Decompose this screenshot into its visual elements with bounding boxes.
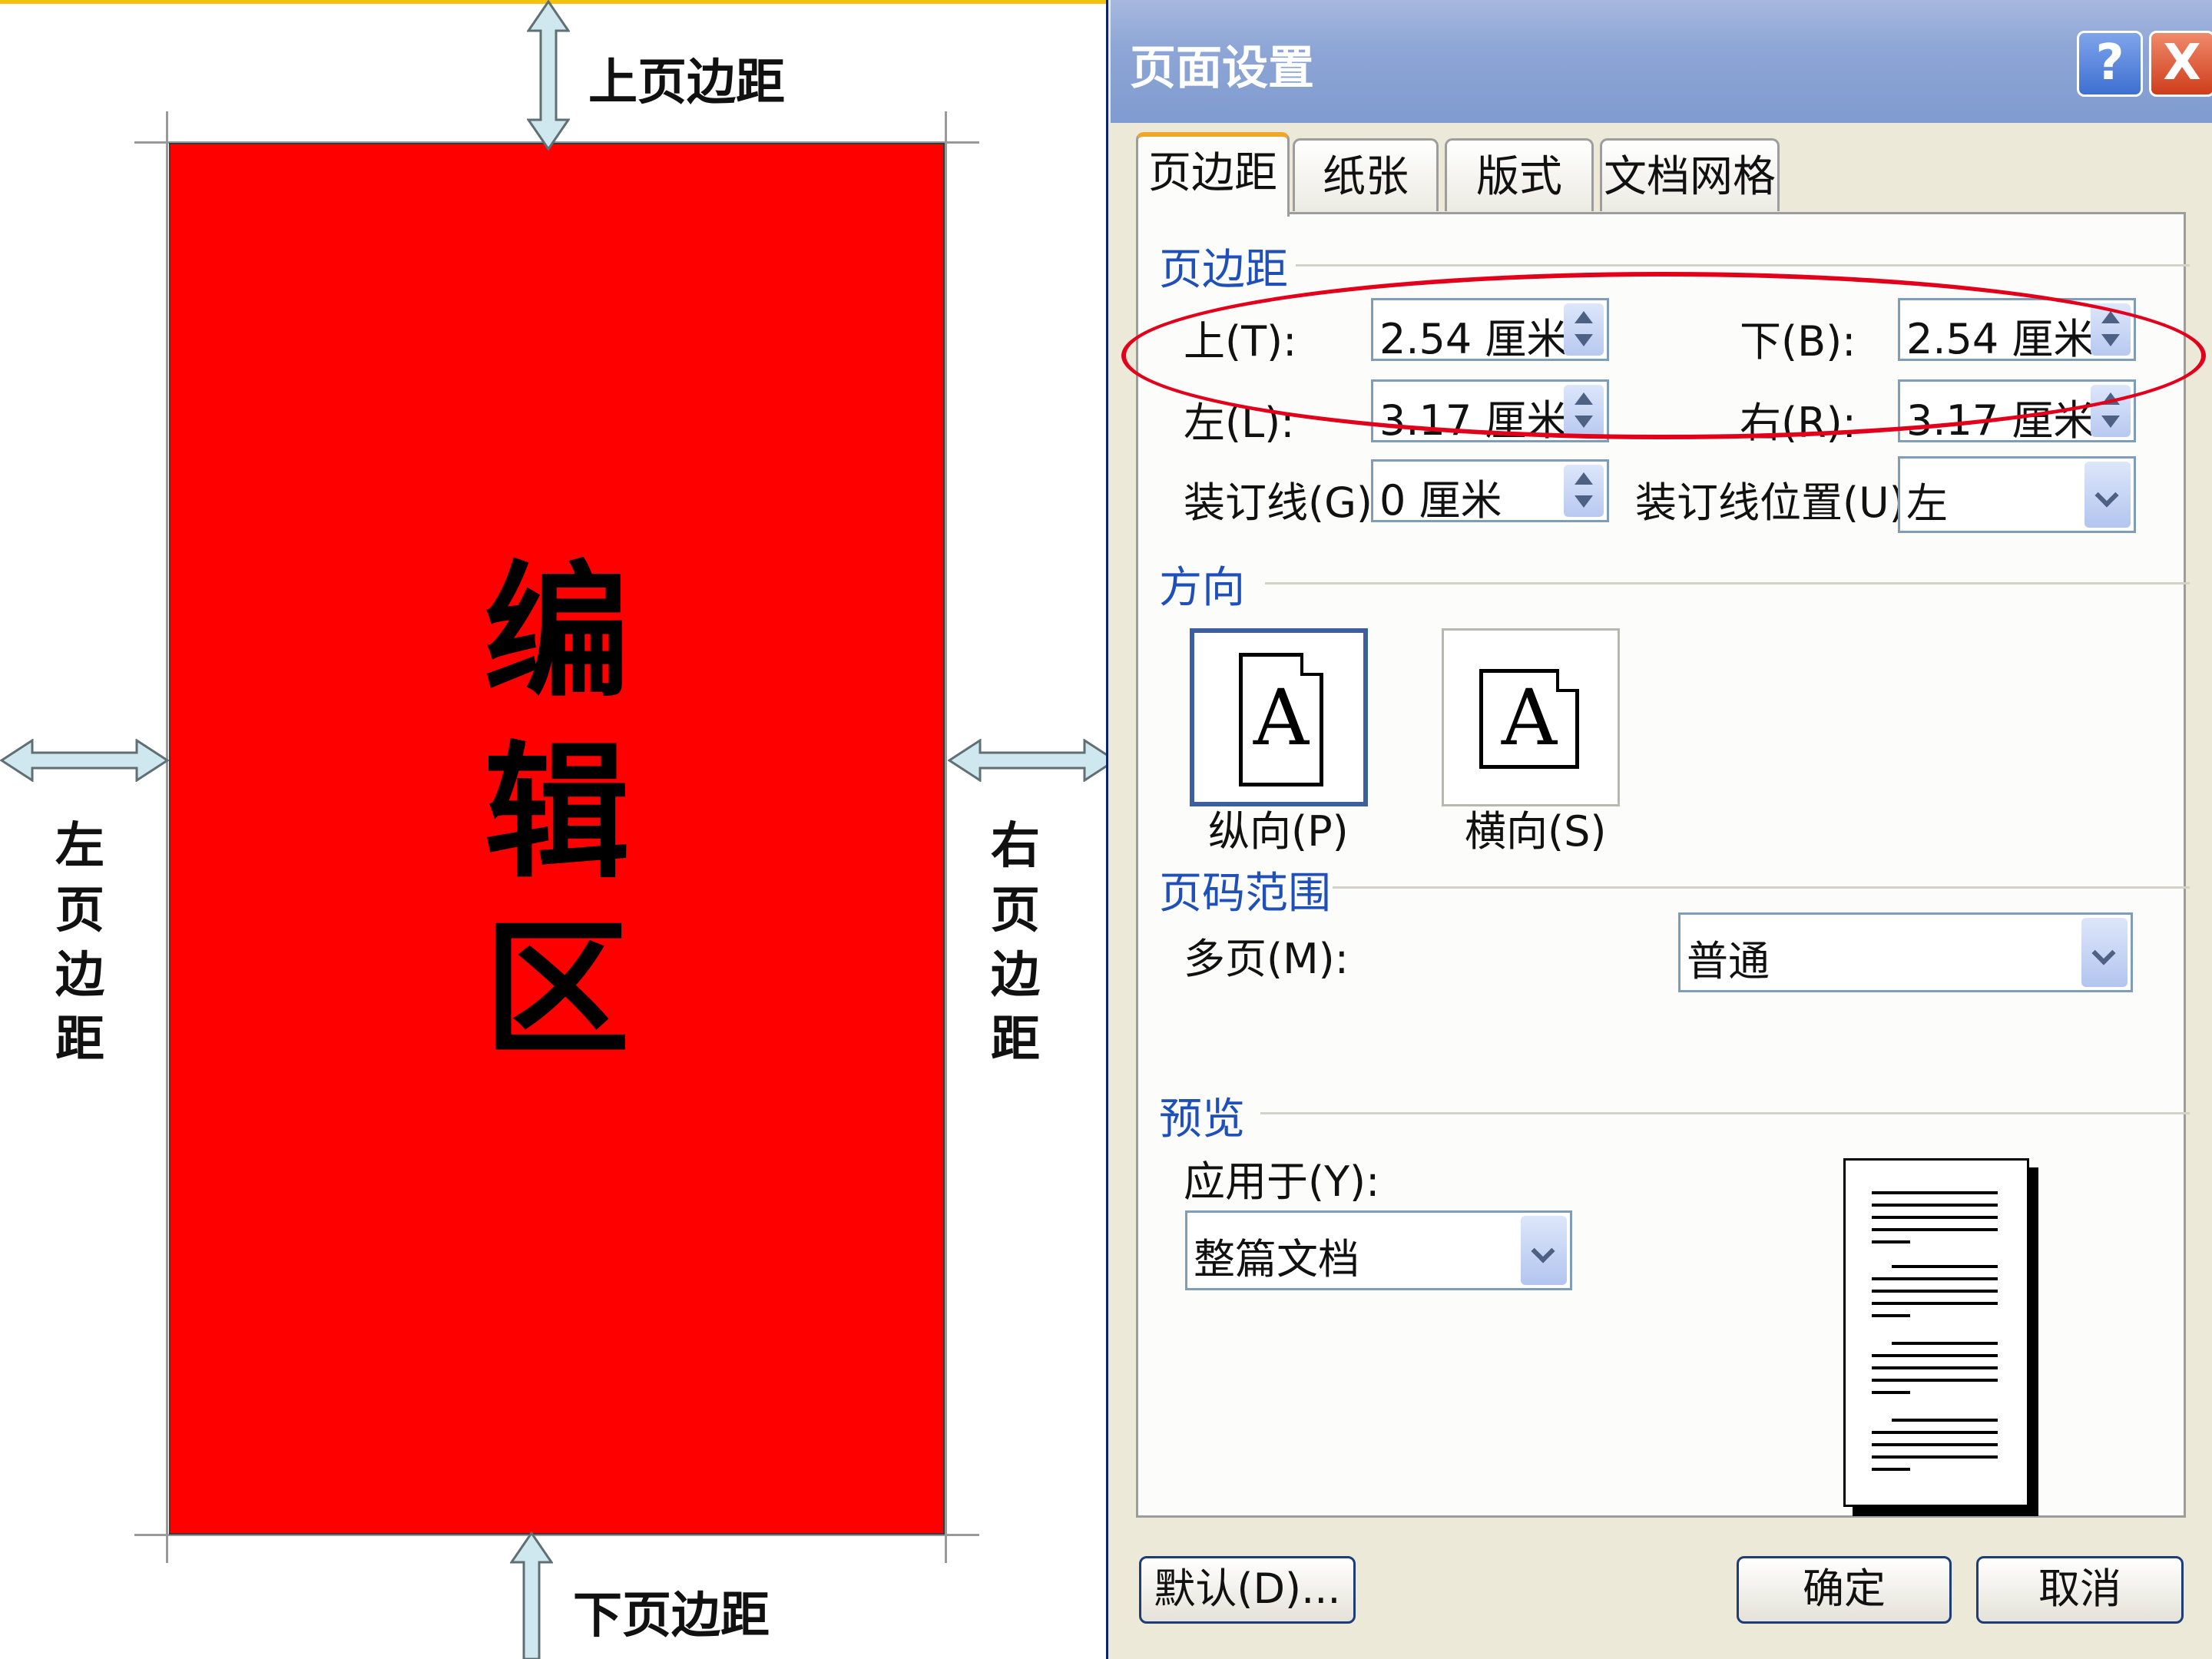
edit-area-char: 区: [483, 903, 631, 1075]
guide-line: [945, 111, 947, 1563]
gutter-position-value: 左: [1906, 479, 1948, 528]
section-divider: [1296, 264, 2190, 267]
tab-margins[interactable]: 页边距: [1136, 132, 1290, 217]
edit-area-char: 辑: [483, 727, 631, 898]
top-margin-label: 上页边距: [588, 54, 785, 111]
right-margin-label: 右页边距: [991, 817, 1040, 1068]
multiple-pages-value: 普通: [1687, 937, 1770, 985]
preview-page-icon: [1843, 1158, 2029, 1507]
section-margins: 页边距: [1159, 245, 1288, 295]
edit-area-char: 编: [483, 546, 631, 717]
section-preview: 预览: [1159, 1094, 1245, 1144]
edit-area: 编 辑 区: [169, 143, 945, 1535]
page-setup-dialog: 页面设置 ? X 页边距 纸张 版式 文档网格 页边距 上(T): 2.54 厘…: [1106, 0, 2212, 1659]
preview-line: [1872, 1240, 1910, 1243]
close-button[interactable]: X: [2149, 31, 2212, 97]
preview-line: [1872, 1191, 1998, 1194]
left-margin-arrow-icon: [0, 739, 169, 782]
cancel-button[interactable]: 取消: [1976, 1556, 2184, 1624]
landscape-option[interactable]: A: [1442, 628, 1620, 806]
tab-layout[interactable]: 版式: [1445, 138, 1594, 211]
edit-area-label: 编 辑 区: [171, 144, 943, 1533]
multiple-pages-select[interactable]: 普通: [1678, 912, 2133, 992]
preview-line: [1872, 1216, 1998, 1219]
gutter-position-label: 装订线位置(U):: [1635, 478, 1919, 527]
bottom-margin-label: 下页边距: [573, 1587, 770, 1644]
bottom-margin-arrow-icon: [510, 1532, 553, 1659]
apply-to-select[interactable]: 整篇文档: [1185, 1210, 1572, 1290]
landscape-label: 横向(S): [1465, 807, 1607, 856]
gutter-position-select[interactable]: 左: [1898, 456, 2136, 533]
multiple-pages-label: 多页(M):: [1184, 935, 1349, 983]
preview-line: [1872, 1443, 1998, 1446]
tab-document-grid[interactable]: 文档网格: [1600, 138, 1780, 211]
preview-line: [1892, 1419, 1998, 1422]
section-divider: [1333, 886, 2190, 889]
gutter-input[interactable]: 0 厘米: [1371, 459, 1609, 525]
preview-line: [1872, 1204, 1998, 1207]
section-orientation: 方向: [1159, 563, 1245, 613]
apply-to-value: 整篇文档: [1194, 1235, 1359, 1283]
preview-line: [1872, 1290, 1998, 1293]
preview-line: [1872, 1314, 1910, 1317]
preview-line: [1872, 1277, 1998, 1280]
landscape-page-icon: A: [1479, 669, 1579, 769]
preview-line: [1872, 1468, 1910, 1471]
preview-line: [1872, 1455, 1998, 1459]
portrait-label: 纵向(P): [1208, 807, 1349, 856]
preview-line: [1872, 1431, 1998, 1434]
help-button[interactable]: ?: [2077, 31, 2143, 97]
left-margin-label: 左页边距: [55, 817, 104, 1068]
apply-to-label: 应用于(Y):: [1184, 1157, 1380, 1206]
section-page-range: 页码范围: [1159, 869, 1331, 919]
preview-line: [1872, 1228, 1998, 1231]
chevron-down-icon[interactable]: [2081, 918, 2128, 987]
preview-line: [1872, 1366, 1998, 1369]
highlight-ellipse: [1121, 272, 2206, 439]
preview-line: [1892, 1265, 1998, 1268]
spinner-icon[interactable]: [1564, 465, 1604, 517]
chevron-down-icon[interactable]: [2085, 462, 2131, 528]
section-divider: [1260, 1112, 2190, 1114]
dialog-title: 页面设置: [1130, 41, 1314, 95]
ok-button[interactable]: 确定: [1737, 1556, 1952, 1624]
preview-line: [1872, 1379, 1998, 1382]
default-button[interactable]: 默认(D)...: [1139, 1556, 1356, 1624]
chevron-down-icon[interactable]: [1521, 1216, 1567, 1285]
tab-paper[interactable]: 纸张: [1293, 138, 1439, 211]
portrait-option[interactable]: A: [1190, 628, 1368, 806]
title-bar: 页面设置 ? X: [1111, 0, 2212, 123]
portrait-page-icon: A: [1239, 653, 1323, 786]
right-margin-arrow-icon: [948, 739, 1117, 782]
preview-line: [1872, 1391, 1910, 1394]
preview-line: [1872, 1302, 1998, 1305]
section-divider: [1265, 582, 2190, 584]
top-margin-arrow-icon: [527, 0, 570, 151]
gutter-label: 装订线(G):: [1184, 478, 1387, 527]
preview-line: [1892, 1342, 1998, 1345]
guide-line: [166, 111, 168, 1563]
gutter-value: 0 厘米: [1379, 476, 1502, 525]
preview-line: [1872, 1354, 1998, 1357]
